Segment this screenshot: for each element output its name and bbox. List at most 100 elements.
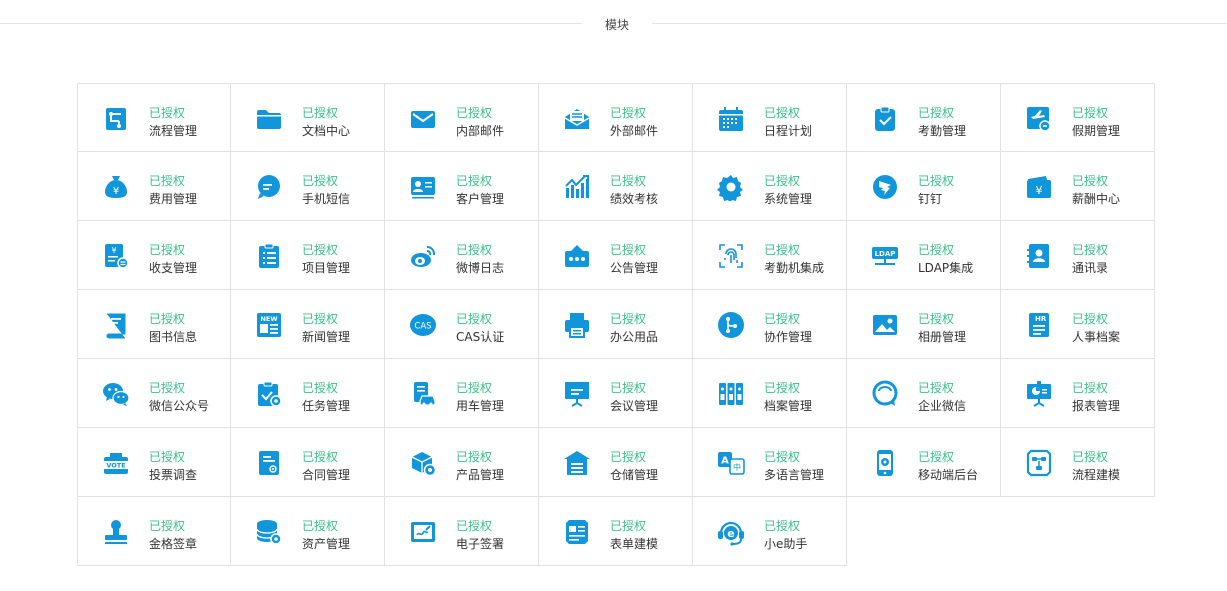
module-tile-e-sign[interactable]: 已授权 电子签署	[385, 497, 539, 566]
meeting-board-icon	[563, 380, 591, 408]
report-board-icon	[1025, 380, 1053, 408]
license-status: 已授权	[1072, 174, 1109, 188]
module-tile-task[interactable]: 已授权 任务管理	[231, 359, 385, 428]
module-tile-book[interactable]: 已授权 图书信息	[77, 290, 231, 359]
module-tile-clipboard-list[interactable]: 已授权 项目管理	[231, 221, 385, 290]
svg-text:HR: HR	[1035, 315, 1047, 323]
module-tile-dingtalk[interactable]: 已授权 钉钉	[847, 152, 1001, 221]
module-tile-fingerprint[interactable]: 已授权 考勤机集成	[693, 221, 847, 290]
license-status: 已授权	[918, 174, 955, 188]
module-tile-mail[interactable]: 已授权 内部邮件	[385, 83, 539, 152]
svg-text:CAS: CAS	[414, 322, 431, 332]
customer-card-icon	[409, 173, 437, 201]
license-status: 已授权	[149, 450, 186, 464]
module-name: 金格签章	[149, 537, 198, 551]
module-tile-meeting-board[interactable]: 已授权 会议管理	[539, 359, 693, 428]
module-tile-money-bag[interactable]: ¥ 已授权 费用管理	[77, 152, 231, 221]
module-tile-assistant[interactable]: e 已授权 小e助手	[693, 497, 847, 566]
module-name: 费用管理	[149, 192, 198, 206]
license-status: 已授权	[1072, 381, 1109, 395]
module-tile-workflow[interactable]: 已授权 流程管理	[77, 83, 231, 152]
module-name: 移动端后台	[918, 468, 979, 482]
module-name: 人事档案	[1072, 330, 1121, 344]
svg-text:A: A	[721, 456, 729, 467]
module-name: 考勤机集成	[764, 261, 825, 275]
license-status: 已授权	[918, 312, 955, 326]
module-tile-archive-binders[interactable]: 已授权 档案管理	[693, 359, 847, 428]
module-tile-process-model[interactable]: 已授权 流程建模	[1001, 428, 1155, 497]
module-name: 流程管理	[149, 124, 198, 138]
module-tile-calendar[interactable]: 已授权 日程计划	[693, 83, 847, 152]
license-status: 已授权	[610, 312, 647, 326]
ldap-icon: LDAP	[871, 242, 899, 270]
license-status: 已授权	[456, 381, 493, 395]
module-name: 微博日志	[456, 261, 505, 275]
module-tile-warehouse[interactable]: 已授权 仓储管理	[539, 428, 693, 497]
module-tile-wallet[interactable]: ¥ 已授权薪酬中心	[1001, 152, 1155, 221]
module-name: 档案管理	[764, 399, 813, 413]
module-tile-translate[interactable]: A 中 已授权 多语言管理	[693, 428, 847, 497]
module-name: 合同管理	[302, 468, 351, 482]
module-tile-report-board[interactable]: 已授权 报表管理	[1001, 359, 1155, 428]
module-tile-contacts[interactable]: 已授权 通讯录	[1001, 221, 1155, 290]
module-tile-weibo[interactable]: 已授权 微博日志	[385, 221, 539, 290]
module-tile-finance-doc[interactable]: ¥ 已授权 收支管理	[77, 221, 231, 290]
module-tile-ldap[interactable]: LDAP 已授权 LDAP集成	[847, 221, 1001, 290]
module-tile-contract[interactable]: 已授权 合同管理	[231, 428, 385, 497]
module-tile-customer-card[interactable]: 已授权 客户管理	[385, 152, 539, 221]
license-status: 已授权	[302, 450, 339, 464]
module-tile-folder[interactable]: 已授权 文档中心	[231, 83, 385, 152]
license-status: 已授权	[1072, 106, 1109, 120]
money-bag-icon: ¥	[102, 173, 130, 201]
license-status: 已授权	[302, 381, 339, 395]
module-name: 办公用品	[610, 330, 659, 344]
license-status: 已授权	[1072, 243, 1109, 257]
license-status: 已授权	[302, 174, 339, 188]
module-tile-vacation[interactable]: 已授权 假期管理	[1001, 83, 1155, 152]
sms-icon	[255, 173, 283, 201]
module-tile-vote[interactable]: VOTE 已授权 投票调查	[77, 428, 231, 497]
module-tile-form-model[interactable]: 已授权 表单建模	[539, 497, 693, 566]
module-tile-printer[interactable]: 已授权 办公用品	[539, 290, 693, 359]
module-tile-stamp[interactable]: 已授权 金格签章	[77, 497, 231, 566]
module-tile-hr-doc[interactable]: HR 已授权 人事档案	[1001, 290, 1155, 359]
module-tile-mail-open[interactable]: 已授权 外部邮件	[539, 83, 693, 152]
license-status: 已授权	[918, 243, 955, 257]
license-status: 已授权	[764, 312, 801, 326]
module-name: 绩效考核	[610, 192, 659, 206]
module-tile-wechat[interactable]: 已授权 微信公众号	[77, 359, 231, 428]
license-status: 已授权	[918, 106, 955, 120]
module-tile-mobile-settings[interactable]: 已授权 移动端后台	[847, 428, 1001, 497]
mail-open-icon	[563, 105, 591, 133]
module-name: 考勤管理	[918, 124, 967, 138]
module-name: 系统管理	[764, 192, 813, 206]
license-status: 已授权	[764, 174, 801, 188]
notice-board-icon	[563, 242, 591, 270]
clipboard-check-icon	[871, 105, 899, 133]
module-name: 薪酬中心	[1072, 192, 1121, 206]
image-icon	[871, 311, 899, 339]
warehouse-icon	[563, 449, 591, 477]
license-status: 已授权	[302, 312, 339, 326]
module-tile-product-box[interactable]: 已授权 产品管理	[385, 428, 539, 497]
module-tile-enterprise-wechat[interactable]: 已授权 企业微信	[847, 359, 1001, 428]
module-tile-news[interactable]: NEW 已授权 新闻管理	[231, 290, 385, 359]
module-tile-image[interactable]: 已授权 相册管理	[847, 290, 1001, 359]
module-tile-collaboration[interactable]: 已授权 协作管理	[693, 290, 847, 359]
module-name: 会议管理	[610, 399, 659, 413]
module-tile-gear[interactable]: 已授权 系统管理	[693, 152, 847, 221]
module-tile-sms[interactable]: 已授权 手机短信	[231, 152, 385, 221]
module-tile-car[interactable]: 已授权 用车管理	[385, 359, 539, 428]
module-tile-bar-chart[interactable]: 已授权 绩效考核	[539, 152, 693, 221]
module-tile-cas[interactable]: CAS 已授权 CAS认证	[385, 290, 539, 359]
license-status: 已授权	[302, 243, 339, 257]
module-tile-database[interactable]: 已授权 资产管理	[231, 497, 385, 566]
module-tile-notice-board[interactable]: 已授权 公告管理	[539, 221, 693, 290]
cas-icon: CAS	[409, 311, 437, 339]
svg-text:NEW: NEW	[260, 315, 277, 323]
svg-text:¥: ¥	[1036, 184, 1043, 197]
module-name: 文档中心	[302, 124, 351, 138]
collaboration-icon	[717, 311, 745, 339]
module-tile-clipboard-check[interactable]: 已授权 考勤管理	[847, 83, 1001, 152]
contacts-icon	[1025, 242, 1053, 270]
